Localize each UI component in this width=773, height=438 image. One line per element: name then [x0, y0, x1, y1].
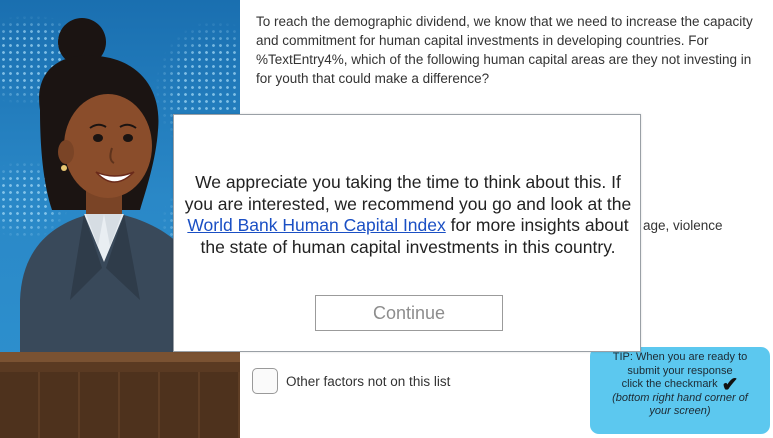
tip-line-3: click the checkmark ✔	[621, 373, 739, 396]
continue-button[interactable]: Continue	[315, 295, 503, 331]
question-text: To reach the demographic dividend, we kn…	[256, 14, 753, 86]
modal-message-before: We appreciate you taking the time to thi…	[184, 172, 632, 214]
option-label: Other factors not on this list	[286, 373, 451, 389]
desk-panel	[0, 372, 240, 438]
tip-line-3-text: click the checkmark	[621, 378, 718, 390]
tip-line-2: submit your response	[627, 364, 733, 377]
option-label-partial: age, violence	[643, 218, 723, 233]
checkmark-icon: ✔	[721, 373, 739, 396]
tip-box: TIP: When you are ready to submit your r…	[590, 347, 770, 434]
modal-message: We appreciate you taking the time to thi…	[184, 172, 632, 258]
checkbox[interactable]	[252, 368, 278, 394]
tip-line-4: (bottom right hand corner of	[612, 391, 748, 404]
tip-line-5: your screen)	[649, 405, 711, 417]
info-modal: We appreciate you taking the time to thi…	[173, 114, 641, 352]
desk-top	[0, 352, 240, 362]
option-other-factors[interactable]: Other factors not on this list	[252, 366, 450, 396]
tip-line-1: TIP: When you are ready to	[612, 351, 748, 363]
world-bank-hci-link[interactable]: World Bank Human Capital Index	[187, 215, 445, 235]
